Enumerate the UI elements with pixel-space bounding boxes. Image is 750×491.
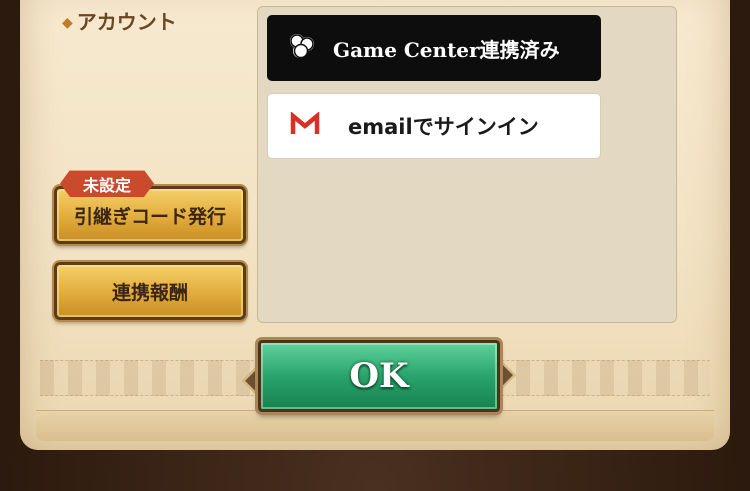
email-signin-label: emailでサインイン: [348, 115, 539, 139]
link-reward-button[interactable]: 連携報酬: [54, 262, 246, 320]
ok-button[interactable]: OK: [258, 340, 500, 412]
parchment-bottom-edge: [36, 410, 714, 441]
diamond-marker-icon: ◆: [62, 15, 73, 31]
unset-badge: 未設定: [60, 170, 154, 197]
game-center-label: Game Center連携済み: [333, 37, 560, 62]
section-title-text: アカウント: [76, 10, 177, 34]
email-signin-button[interactable]: emailでサインイン: [267, 93, 601, 159]
transfer-code-label: 引継ぎコード発行: [73, 205, 226, 228]
gmail-m-icon: [290, 111, 320, 140]
link-reward-label: 連携報酬: [111, 281, 188, 304]
game-center-button[interactable]: Game Center連携済み: [267, 15, 601, 81]
section-title: ◆ アカウント: [62, 6, 177, 35]
game-center-icon: [287, 31, 317, 65]
